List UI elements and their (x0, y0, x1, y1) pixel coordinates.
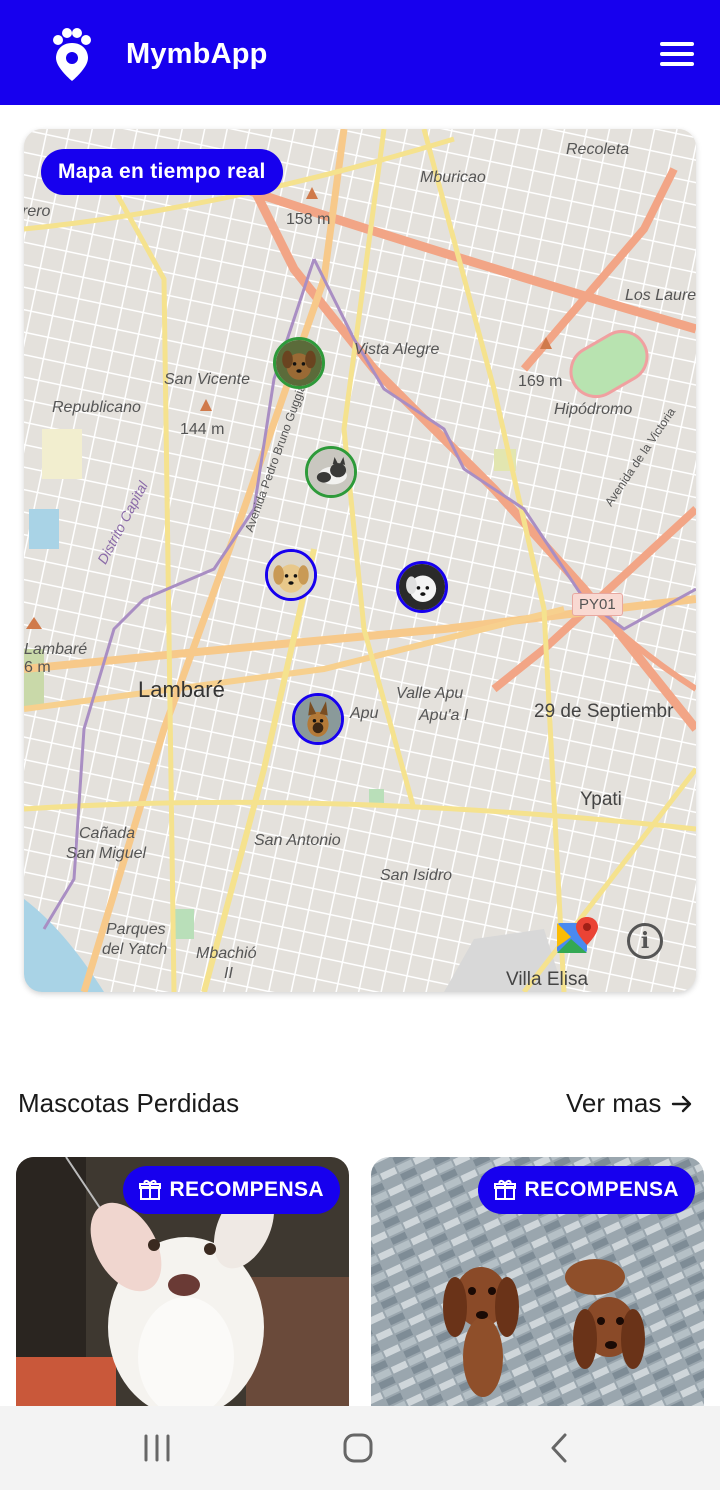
lost-pet-card[interactable]: RECOMPENSA (371, 1157, 704, 1417)
info-icon[interactable]: i (627, 923, 663, 959)
gift-icon (494, 1180, 517, 1200)
app-title: MymbApp (126, 38, 268, 70)
cat-photo (308, 449, 354, 495)
place-label: Apu'a I (419, 707, 469, 724)
place-label: Mburicao (420, 169, 486, 186)
pet-pin[interactable] (305, 446, 357, 498)
place-label: Los Laure (625, 287, 696, 304)
home-icon[interactable] (338, 1428, 378, 1468)
reward-label: RECOMPENSA (524, 1178, 679, 1201)
hamburger-menu-icon[interactable] (660, 42, 694, 68)
back-icon[interactable] (540, 1428, 580, 1468)
place-label: Vista Alegre (354, 341, 440, 358)
place-label: San Vicente (164, 371, 250, 388)
dog-photo (399, 564, 445, 610)
place-label: rero (24, 203, 51, 220)
place-label: San Antonio (254, 832, 341, 849)
place-label: Lambaré (138, 677, 225, 702)
dog-photo (268, 552, 314, 598)
recent-apps-icon[interactable] (137, 1428, 177, 1468)
app-root: MymbApp Mapa en tiempo real Recoleta Mbu… (0, 0, 720, 1490)
system-navigation-bar (0, 1406, 720, 1490)
paw-location-icon[interactable] (48, 28, 96, 82)
reward-label: RECOMPENSA (169, 1178, 324, 1201)
reward-badge: RECOMPENSA (478, 1166, 695, 1214)
see-more-label: Ver mas (566, 1088, 662, 1118)
elevation-label: 144 m (180, 421, 225, 438)
elevation-label: 6 m (24, 659, 51, 676)
app-header: MymbApp (0, 0, 720, 105)
dog-photo (276, 340, 322, 386)
section-title-lost-pets: Mascotas Perdidas (18, 1088, 240, 1118)
place-label: 29 de Septiembr (534, 701, 674, 722)
pet-pin[interactable] (396, 561, 448, 613)
realtime-map[interactable]: Mapa en tiempo real Recoleta Mburicao re… (24, 129, 696, 992)
place-label: Ypati (580, 789, 622, 810)
place-label: Villa Elisa (506, 969, 589, 990)
gift-icon (139, 1180, 162, 1200)
dog-photo (295, 696, 341, 742)
pet-pin[interactable] (273, 337, 325, 389)
pet-pin[interactable] (265, 549, 317, 601)
place-label: Recoleta (566, 141, 630, 158)
place-label: del Yatch (102, 941, 168, 958)
arrow-right-icon (672, 1095, 692, 1112)
place-label: San Isidro (380, 867, 453, 884)
place-label: Mbachió (196, 945, 257, 962)
place-label: Apu (350, 705, 379, 722)
realtime-map-badge: Mapa en tiempo real (41, 149, 283, 195)
place-label: Valle Apu (396, 685, 464, 702)
place-label: Cañada (79, 825, 136, 842)
elevation-label: 158 m (286, 211, 331, 228)
elevation-label: 169 m (518, 373, 563, 390)
place-label: II (224, 965, 233, 982)
route-shield: PY01 (572, 593, 623, 616)
lost-pet-card[interactable]: RECOMPENSA (16, 1157, 349, 1417)
place-label: San Miguel (66, 845, 147, 862)
google-maps-icon[interactable] (557, 917, 599, 959)
place-label: Parques (106, 921, 166, 938)
pet-pin[interactable] (292, 693, 344, 745)
place-label: Hipódromo (554, 401, 633, 418)
see-more-link[interactable]: Ver mas (566, 1088, 693, 1119)
place-label: Lambaré (24, 641, 88, 658)
place-label: Republicano (52, 399, 141, 416)
reward-badge: RECOMPENSA (123, 1166, 340, 1214)
